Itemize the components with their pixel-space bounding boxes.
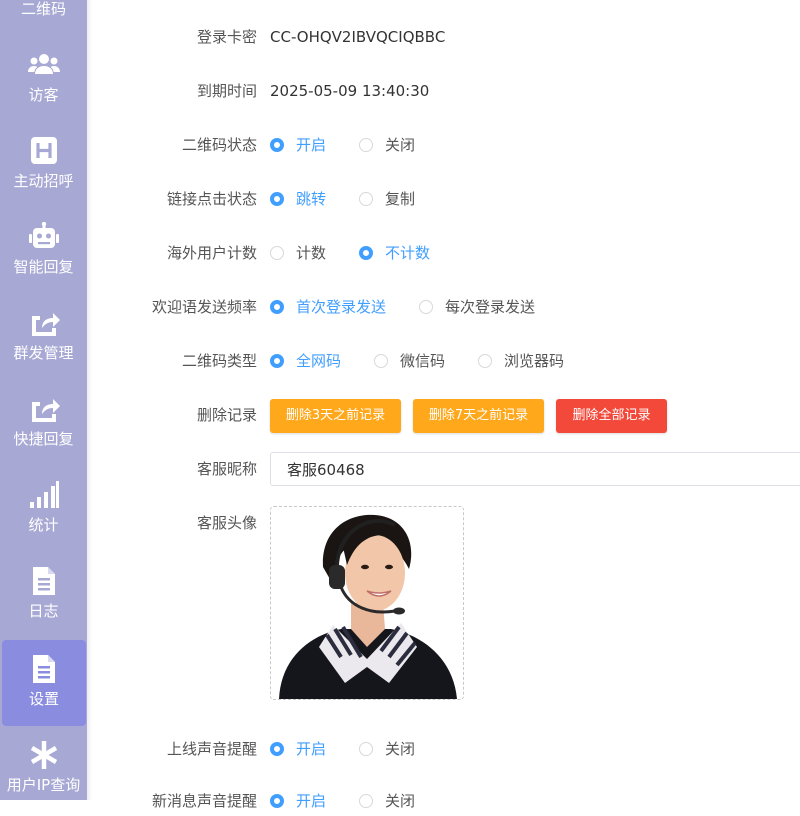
sidebar-item-logs[interactable]: 日志 — [0, 552, 87, 638]
card-key-row: 登录卡密 CC-OHQV2IBVQCIQBBC — [92, 22, 800, 52]
nickname-row: 客服昵称 — [92, 452, 800, 486]
avatar-label: 客服头像 — [196, 514, 257, 532]
overseas-count-row: 海外用户计数 计数 不计数 — [92, 238, 800, 268]
sidebar-item-label: 主动招呼 — [13, 172, 74, 190]
sidebar-item-quick-reply[interactable]: 快捷回复 — [0, 380, 87, 466]
delete-7-days-button[interactable]: 删除7天之前记录 — [413, 399, 544, 433]
message-sound-label: 新消息声音提醒 — [151, 792, 257, 810]
sidebar-item-smart-reply[interactable]: 智能回复 — [0, 208, 87, 294]
qrcode-status-label: 二维码状态 — [181, 136, 257, 154]
sidebar-item-ip-lookup[interactable]: 用户IP查询 — [0, 726, 87, 800]
nickname-input[interactable] — [270, 452, 800, 486]
sidebar: 二维码 访客 主动招呼 智能回复 群发管理 快捷回复 统计 日志 设置 用户IP… — [0, 0, 87, 800]
expire-time-row: 到期时间 2025-05-09 13:40:30 — [92, 76, 800, 106]
users-icon — [27, 50, 60, 80]
sidebar-item-label: 二维码 — [20, 0, 66, 18]
qrcode-type-label: 二维码类型 — [181, 352, 257, 370]
card-key-value: CC-OHQV2IBVQCIQBBC — [270, 28, 446, 46]
sidebar-item-statistics[interactable]: 统计 — [0, 466, 87, 552]
avatar-image — [271, 507, 463, 699]
sidebar-item-label: 快捷回复 — [13, 430, 74, 448]
link-click-label: 链接点击状态 — [166, 190, 257, 208]
document-icon — [28, 566, 60, 596]
sidebar-item-label: 访客 — [28, 86, 59, 104]
asterisk-icon — [28, 740, 60, 770]
document-icon — [28, 654, 60, 684]
sidebar-item-label: 群发管理 — [13, 344, 74, 362]
sidebar-item-label: 日志 — [28, 602, 59, 620]
qrcode-type-row: 二维码类型 全网码 微信码 浏览器码 — [92, 346, 800, 376]
h-square-icon — [28, 136, 60, 166]
expire-time-value: 2025-05-09 13:40:30 — [270, 82, 430, 100]
expire-time-label: 到期时间 — [196, 82, 257, 100]
nickname-label: 客服昵称 — [196, 460, 257, 478]
delete-3-days-button[interactable]: 删除3天之前记录 — [270, 399, 401, 433]
sidebar-item-label: 智能回复 — [13, 258, 74, 276]
overseas-count-label: 海外用户计数 — [166, 244, 257, 262]
sidebar-item-greeting[interactable]: 主动招呼 — [0, 122, 87, 208]
sidebar-item-settings[interactable]: 设置 — [2, 640, 86, 726]
robot-icon — [28, 222, 60, 252]
sidebar-item-label: 设置 — [28, 690, 59, 708]
sidebar-item-label: 用户IP查询 — [6, 776, 81, 794]
welcome-freq-label: 欢迎语发送频率 — [151, 298, 257, 316]
sidebar-item-broadcast[interactable]: 群发管理 — [0, 294, 87, 380]
welcome-freq-row: 欢迎语发送频率 首次登录发送 每次登录发送 — [92, 292, 800, 322]
avatar-upload[interactable] — [270, 506, 464, 700]
card-key-label: 登录卡密 — [196, 28, 257, 46]
online-sound-label: 上线声音提醒 — [166, 740, 257, 758]
link-click-row: 链接点击状态 跳转 复制 — [92, 184, 800, 214]
sidebar-item-label: 统计 — [28, 516, 59, 534]
delete-records-row: 删除记录 删除3天之前记录 删除7天之前记录 删除全部记录 — [92, 399, 800, 433]
share-square-icon — [28, 308, 60, 338]
signal-bars-icon — [28, 480, 60, 510]
sidebar-item-visitors[interactable]: 访客 — [0, 36, 87, 122]
message-sound-row: 新消息声音提醒 开启 关闭 — [92, 786, 800, 816]
qrcode-status-row: 二维码状态 开启 关闭 — [92, 130, 800, 160]
online-sound-row: 上线声音提醒 开启 关闭 — [92, 734, 800, 764]
share-square-icon — [28, 394, 60, 424]
delete-all-button[interactable]: 删除全部记录 — [556, 399, 667, 433]
delete-records-label: 删除记录 — [196, 406, 257, 424]
sidebar-item-qrcode[interactable]: 二维码 — [0, 0, 87, 36]
